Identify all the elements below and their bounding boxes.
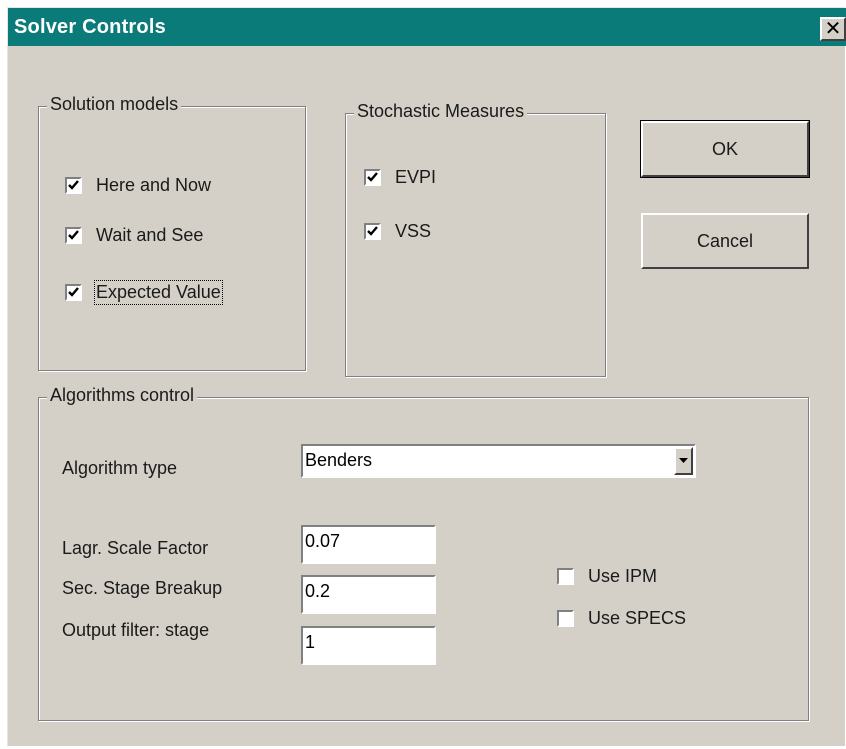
- sec-stage-breakup-input[interactable]: 0.2: [301, 575, 436, 614]
- checkbox-vss[interactable]: VSS: [364, 221, 431, 242]
- chevron-down-icon: [679, 458, 688, 463]
- checkmark-icon: [367, 172, 378, 182]
- checkbox-box[interactable]: [65, 284, 82, 301]
- checkmark-icon: [68, 230, 79, 240]
- algorithms-control-group: Algorithms control Algorithm type Bender…: [38, 385, 809, 721]
- lagr-scale-factor-input[interactable]: 0.07: [301, 525, 436, 564]
- checkbox-label: Wait and See: [96, 225, 204, 245]
- checkbox-label: Expected Value: [94, 280, 223, 305]
- stochastic-measures-label: Stochastic Measures: [354, 101, 528, 122]
- checkbox-evpi[interactable]: EVPI: [364, 167, 436, 188]
- checkbox-here-and-now[interactable]: Here and Now: [65, 175, 211, 196]
- sec-stage-breakup-value: 0.2: [305, 581, 331, 601]
- checkbox-label: VSS: [395, 221, 432, 241]
- checkbox-box[interactable]: [65, 227, 82, 244]
- algorithms-control-label: Algorithms control: [47, 385, 198, 406]
- cancel-button[interactable]: Cancel: [641, 213, 809, 269]
- checkbox-label: EVPI: [395, 167, 437, 187]
- checkmark-icon: [367, 226, 378, 236]
- dropdown-button[interactable]: [674, 447, 693, 475]
- checkbox-label: Use SPECS: [588, 608, 687, 628]
- checkbox-label: Use IPM: [588, 566, 658, 586]
- stochastic-measures-group: Stochastic Measures EVPI VSS: [345, 101, 606, 377]
- close-button[interactable]: ✕: [820, 17, 846, 41]
- ok-button[interactable]: OK: [640, 120, 810, 178]
- checkbox-box[interactable]: [364, 169, 381, 186]
- solution-models-label: Solution models: [47, 94, 182, 115]
- output-filter-stage-input[interactable]: 1: [301, 626, 436, 665]
- solution-models-group: Solution models Here and Now Wait and Se…: [38, 94, 306, 371]
- algorithm-type-value: Benders: [305, 450, 373, 470]
- lagr-scale-factor-label: Lagr. Scale Factor: [62, 538, 209, 558]
- checkmark-icon: [68, 287, 79, 297]
- solver-controls-dialog: Solver Controls ✕ Solution models Here a…: [7, 7, 846, 746]
- sec-stage-breakup-label: Sec. Stage Breakup: [62, 578, 223, 598]
- lagr-scale-factor-value: 0.07: [305, 531, 341, 551]
- checkbox-box[interactable]: [557, 568, 574, 585]
- checkbox-box[interactable]: [65, 177, 82, 194]
- checkbox-label: Here and Now: [96, 175, 212, 195]
- checkbox-box[interactable]: [364, 223, 381, 240]
- output-filter-stage-value: 1: [305, 632, 316, 652]
- checkbox-wait-and-see[interactable]: Wait and See: [65, 225, 203, 246]
- checkbox-use-specs[interactable]: Use SPECS: [557, 608, 686, 629]
- checkbox-expected-value[interactable]: Expected Value: [65, 280, 223, 305]
- algorithm-type-label: Algorithm type: [62, 458, 178, 478]
- algorithm-type-select[interactable]: Benders: [301, 444, 696, 478]
- window-title: Solver Controls: [14, 16, 166, 38]
- checkmark-icon: [68, 180, 79, 190]
- output-filter-stage-label: Output filter: stage: [62, 620, 210, 640]
- checkbox-use-ipm[interactable]: Use IPM: [557, 566, 657, 587]
- checkbox-box[interactable]: [557, 610, 574, 627]
- close-icon: ✕: [824, 18, 842, 40]
- title-bar[interactable]: Solver Controls ✕: [8, 8, 846, 46]
